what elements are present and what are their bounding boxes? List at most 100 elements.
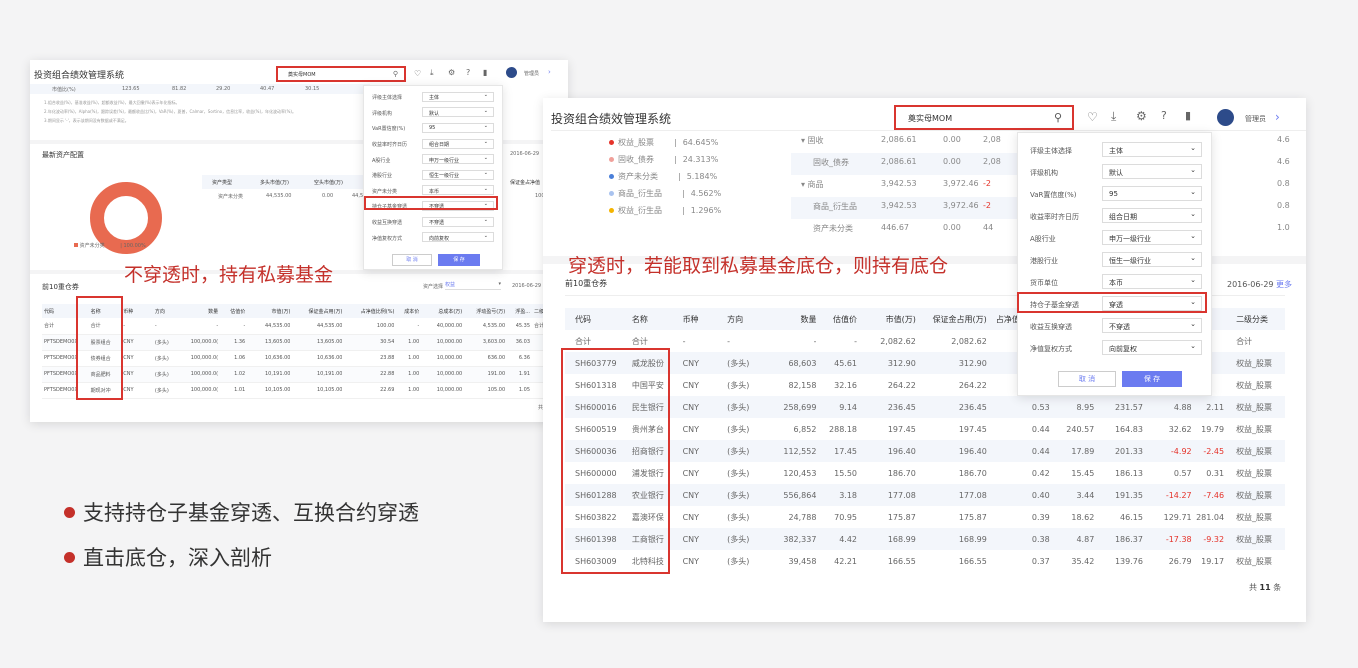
table-cell: 186.13 — [1114, 468, 1143, 478]
setting-select[interactable]: 恒生一级行业 ⌄ — [422, 169, 494, 180]
table-cell: (多头) — [727, 556, 750, 566]
table-cell: 177.08 — [958, 490, 987, 500]
table-cell: 186.70 — [958, 468, 987, 478]
asset-cell: 0.00 — [322, 193, 334, 199]
table-cell: 3,972.46 — [943, 179, 979, 188]
more-link[interactable]: 更多 — [1276, 280, 1292, 289]
table-cell: 22.69 — [380, 387, 395, 393]
avatar[interactable] — [506, 67, 517, 78]
trash-icon[interactable]: ▮ — [1185, 109, 1191, 122]
left-search-input[interactable]: 奠实母MOM ⚲ — [276, 66, 406, 82]
setting-value: 组合日期 — [429, 142, 450, 149]
table-cell: 4.6 — [1277, 157, 1290, 166]
table-cell: 0.00 — [943, 223, 961, 232]
right-cancel-button[interactable]: 取 消 — [1058, 371, 1116, 387]
table-cell: 1.00 — [408, 339, 420, 345]
table-cell: 197.45 — [958, 424, 987, 434]
table-row[interactable]: SH603822 嘉澳环保 CNY (多头) 24,788 70.95 175.87 175.… — [565, 506, 1285, 528]
help-icon[interactable]: ? — [466, 68, 470, 77]
table-cell: 186.37 — [1114, 534, 1143, 544]
asset-col: 空头市值(万) — [314, 180, 343, 186]
table-row[interactable]: SH600016 民生银行 CNY (多头) 258,699 9.14 236.45 236.… — [565, 396, 1285, 418]
holdings-filter-select[interactable]: 权益 ▾ — [445, 281, 501, 290]
col-header: 币种 — [123, 308, 134, 315]
chevron-down-icon: ⌄ — [483, 232, 488, 239]
table-cell: 4.42 — [839, 534, 858, 544]
table-cell: 556,864 — [783, 490, 817, 500]
setting-select[interactable]: 主体 ⌄ — [422, 91, 494, 102]
asset-col: 多头市值(万) — [260, 180, 289, 186]
setting-select[interactable]: 组合日期 ⌄ — [1102, 207, 1202, 223]
right-caption: 穿透时，若能取到私募基金底仓，则持有底仓 — [568, 255, 949, 277]
setting-select[interactable]: 95 ⌄ — [1102, 185, 1202, 201]
table-cell: 1.05 — [518, 387, 531, 393]
table-row[interactable]: SH600000 浦发银行 CNY (多头) 120,453 15.50 186.70 186… — [565, 462, 1285, 484]
setting-select[interactable]: 不穿透 ⌄ — [1102, 317, 1202, 333]
user-name[interactable]: 管理员 — [524, 70, 539, 77]
right-search-input[interactable]: 奠实母MOM ⚲ — [894, 105, 1074, 130]
setting-row: VaR置信度(%) 95 ⌄ — [1018, 182, 1211, 204]
download-icon[interactable]: ⤓ — [430, 68, 434, 78]
table-cell: 236.45 — [887, 402, 916, 412]
settings-icon[interactable]: ⚙ — [1136, 109, 1147, 123]
table-cell: 42.21 — [834, 556, 858, 566]
setting-select[interactable]: 组合日期 ⌄ — [422, 138, 494, 149]
heart-icon[interactable]: ♡ — [414, 69, 421, 78]
left-cancel-button[interactable]: 取 消 — [392, 254, 432, 266]
table-cell: 258,699 — [783, 402, 817, 412]
setting-select[interactable]: 默认 ⌄ — [422, 107, 494, 118]
heart-icon[interactable]: ♡ — [1087, 110, 1098, 124]
user-name[interactable]: 管理员 — [1245, 114, 1266, 124]
download-icon[interactable]: ⤓ — [1111, 109, 1116, 124]
table-cell: -7.46 — [1203, 490, 1225, 500]
setting-select[interactable]: 不穿透 ⌄ — [422, 216, 494, 227]
setting-select[interactable]: 向前复权 ⌄ — [1102, 339, 1202, 355]
right-save-button[interactable]: 保 存 — [1122, 371, 1182, 387]
chevron-right-icon[interactable]: › — [1275, 110, 1280, 124]
table-cell: - — [154, 322, 157, 329]
left-save-button[interactable]: 保 存 — [438, 254, 480, 266]
chevron-right-icon[interactable]: › — [548, 68, 551, 76]
settings-icon[interactable]: ⚙ — [448, 68, 455, 77]
setting-label: 港股行业 — [372, 173, 393, 180]
table-cell: (多头) — [727, 358, 750, 368]
setting-select[interactable]: 本币 ⌄ — [1102, 273, 1202, 289]
avatar[interactable] — [1217, 109, 1234, 126]
table-cell: 10,636.00 — [316, 355, 343, 361]
setting-select[interactable]: 本币 ⌄ — [422, 185, 494, 196]
table-cell: -9.32 — [1203, 534, 1225, 544]
left-screenshot: 投资组合绩效管理系统 奠实母MOM ⚲ ♡ ⤓ ⚙ ? ▮ 管理员 › 市值比(… — [30, 60, 568, 422]
left-settings-dropdown: 评级主体选择 主体 ⌄ 评级机构 默认 ⌄ VaR置信度(%) 95 ⌄ 收益率时齐日历 组合日期 ⌄… — [363, 85, 503, 270]
table-cell: 191.35 — [1114, 490, 1143, 500]
setting-value: 不穿透 — [429, 220, 445, 227]
asset-cell: 44,535.00 — [266, 193, 292, 199]
setting-select[interactable]: 主体 ⌄ — [1102, 141, 1202, 157]
table-row[interactable]: SH600036 招商银行 CNY (多头) 112,552 17.45 196.40 196… — [565, 440, 1285, 462]
setting-select[interactable]: 向前复权 ⌄ — [422, 232, 494, 243]
table-cell: 3.18 — [839, 490, 858, 500]
setting-label: 收益互换穿透 — [372, 220, 403, 227]
setting-row: 净值复权方式 向前复权 ⌄ — [364, 229, 502, 245]
asset-col: 资产类型 — [212, 180, 233, 186]
table-row[interactable]: SH603009 北特科技 CNY (多头) 39,458 42.21 166.55 166.… — [565, 550, 1285, 572]
table-cell: 2,082.62 — [880, 336, 916, 346]
table-cell: 26.79 — [1168, 556, 1192, 566]
table-cell: 4.87 — [1076, 534, 1095, 544]
left-app-title: 投资组合绩效管理系统 — [34, 71, 125, 81]
table-row[interactable]: SH600519 贵州茅台 CNY (多头) 6,852 288.18 197.45 197.… — [565, 418, 1285, 440]
table-cell: 0.38 — [1031, 534, 1050, 544]
setting-select[interactable]: 95 ⌄ — [422, 122, 494, 133]
help-icon[interactable]: ? — [1161, 109, 1167, 122]
table-row[interactable]: SH601398 工商银行 CNY (多头) 382,337 4.42 168.99 168.… — [565, 528, 1285, 550]
legend-sep: | — [674, 138, 677, 147]
setting-select[interactable]: 申万一级行业 ⌄ — [1102, 229, 1202, 245]
setting-select[interactable]: 默认 ⌄ — [1102, 163, 1202, 179]
search-icon[interactable]: ⚲ — [1054, 111, 1062, 124]
table-row[interactable]: SH601288 农业银行 CNY (多头) 556,864 3.18 177.08 177.… — [565, 484, 1285, 506]
setting-select[interactable]: 恒生一级行业 ⌄ — [1102, 251, 1202, 267]
right-penetrate-highlight — [1017, 292, 1207, 313]
setting-select[interactable]: 申万一级行业 ⌄ — [422, 154, 494, 165]
trash-icon[interactable]: ▮ — [483, 68, 487, 77]
search-icon[interactable]: ⚲ — [393, 70, 398, 78]
table-cell: 281.04 — [1196, 512, 1225, 522]
